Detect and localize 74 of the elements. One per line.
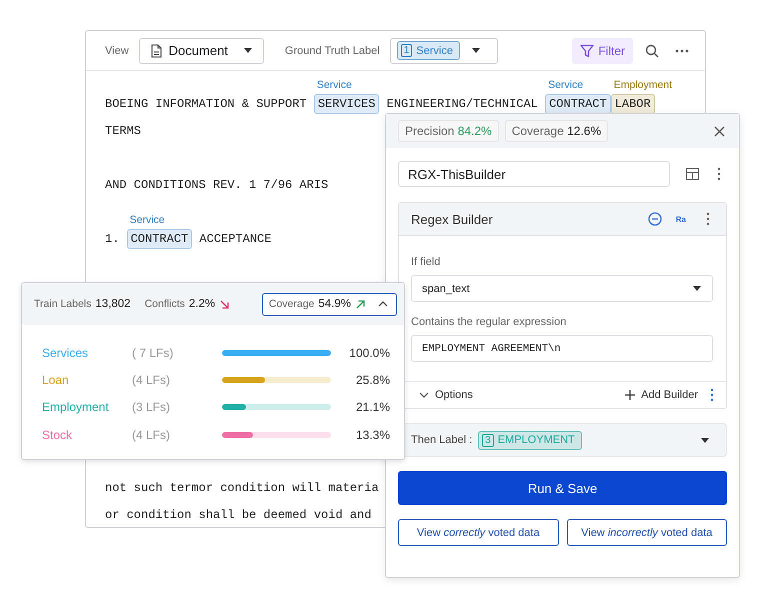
card-title: Regex Builder bbox=[411, 212, 493, 226]
regex-field[interactable]: EMPLOYMENT AGREEMENT\n bbox=[411, 335, 713, 362]
trend-down-icon bbox=[219, 298, 230, 310]
stat-value: 2.2% bbox=[188, 298, 216, 310]
search-icon bbox=[645, 44, 659, 58]
add-builder-button[interactable]: Add Builder bbox=[625, 389, 698, 401]
view-dropdown[interactable]: Document bbox=[138, 38, 264, 64]
caret-icon bbox=[470, 47, 481, 54]
metric-chip: Precision 84.2% bbox=[398, 120, 499, 142]
view-data-button[interactable]: View correctly voted data bbox=[398, 519, 558, 546]
chevron-up-icon bbox=[378, 301, 388, 307]
kebab-menu-icon bbox=[717, 167, 721, 181]
filter-icon bbox=[580, 44, 594, 58]
document-text: or condition shall be deemed void and bbox=[105, 508, 372, 522]
options-toggle[interactable]: Options bbox=[419, 389, 473, 401]
label-name: Stock bbox=[42, 428, 74, 442]
filter-button[interactable]: Filter bbox=[572, 38, 633, 64]
label-chip: 1 Service bbox=[396, 41, 460, 60]
then-label: Then Label : bbox=[411, 434, 472, 446]
metric-chip: Coverage 12.6% bbox=[504, 120, 608, 142]
lf-count: (3 LFs) bbox=[132, 400, 172, 414]
caret-icon bbox=[242, 47, 253, 54]
coverage-value: 25.8% bbox=[356, 372, 390, 387]
close-icon bbox=[714, 126, 725, 136]
field-select[interactable]: span_text bbox=[411, 275, 713, 302]
lf-count: ( 7 LFs) bbox=[132, 346, 174, 360]
field-label: If field bbox=[411, 256, 442, 268]
document-text: ENGINEERING/TECHNICAL bbox=[386, 97, 539, 111]
ground-truth-label: Ground Truth Label bbox=[284, 44, 380, 56]
table-icon bbox=[686, 168, 699, 180]
close-button[interactable] bbox=[712, 124, 727, 138]
highlighted-span: SERVICES bbox=[314, 94, 380, 114]
span-label: Service bbox=[130, 214, 165, 226]
caret-icon bbox=[692, 285, 702, 292]
span-label: Service bbox=[548, 79, 584, 91]
kebab-menu-icon bbox=[706, 212, 710, 226]
coverage-value: 21.1% bbox=[356, 400, 390, 414]
chevron-down-icon bbox=[419, 392, 429, 398]
stat-value: 13,802 bbox=[95, 298, 131, 310]
document-icon bbox=[150, 44, 162, 58]
coverage-value: 100.0% bbox=[349, 346, 390, 360]
document-text: 1. bbox=[105, 232, 120, 246]
regex-label: Ra bbox=[676, 214, 686, 224]
coverage-toggle[interactable]: Coverage 54.9% bbox=[262, 292, 397, 316]
more-icon bbox=[675, 48, 689, 52]
stat-label: Train Labels bbox=[34, 298, 92, 310]
trend-up-icon bbox=[355, 298, 366, 310]
lf-count: (4 LFs) bbox=[132, 428, 172, 442]
span-label: Service bbox=[316, 79, 352, 91]
plus-icon bbox=[625, 390, 636, 400]
label-name: Loan bbox=[42, 372, 70, 387]
document-text: TERMS bbox=[105, 124, 142, 138]
field-label: Contains the regular expression bbox=[411, 316, 568, 328]
span-label: Employment bbox=[614, 79, 672, 91]
highlighted-span: CONTRACT bbox=[126, 229, 192, 249]
document-text: ACCEPTANCE bbox=[198, 232, 272, 246]
label-name: Services bbox=[42, 346, 90, 360]
document-text: BOEING INFORMATION & SUPPORT bbox=[105, 97, 308, 111]
run-save-button[interactable]: Run & Save bbox=[398, 471, 727, 505]
stat-label: Coverage bbox=[268, 298, 314, 310]
name-field[interactable]: RGX-ThisBuilder bbox=[398, 161, 670, 187]
caret-icon bbox=[700, 436, 710, 444]
stat-value: 54.9% bbox=[318, 298, 351, 310]
document-text: AND CONDITIONS REV. 1 7/96 ARIS bbox=[105, 178, 328, 192]
view-data-button[interactable]: View incorrectly voted data bbox=[566, 519, 727, 546]
label-chip: 3 EMPLOYMENT bbox=[478, 430, 582, 450]
document-text: not such termor condition will materia bbox=[105, 481, 379, 495]
minus-circle-icon bbox=[648, 212, 662, 226]
coverage-value: 13.3% bbox=[356, 428, 390, 442]
lf-count: (4 LFs) bbox=[132, 372, 172, 387]
view-label: View bbox=[105, 44, 129, 56]
label-name: Employment bbox=[42, 400, 110, 414]
kebab-menu-icon bbox=[710, 388, 714, 402]
stat-label: Conflicts bbox=[144, 298, 185, 310]
